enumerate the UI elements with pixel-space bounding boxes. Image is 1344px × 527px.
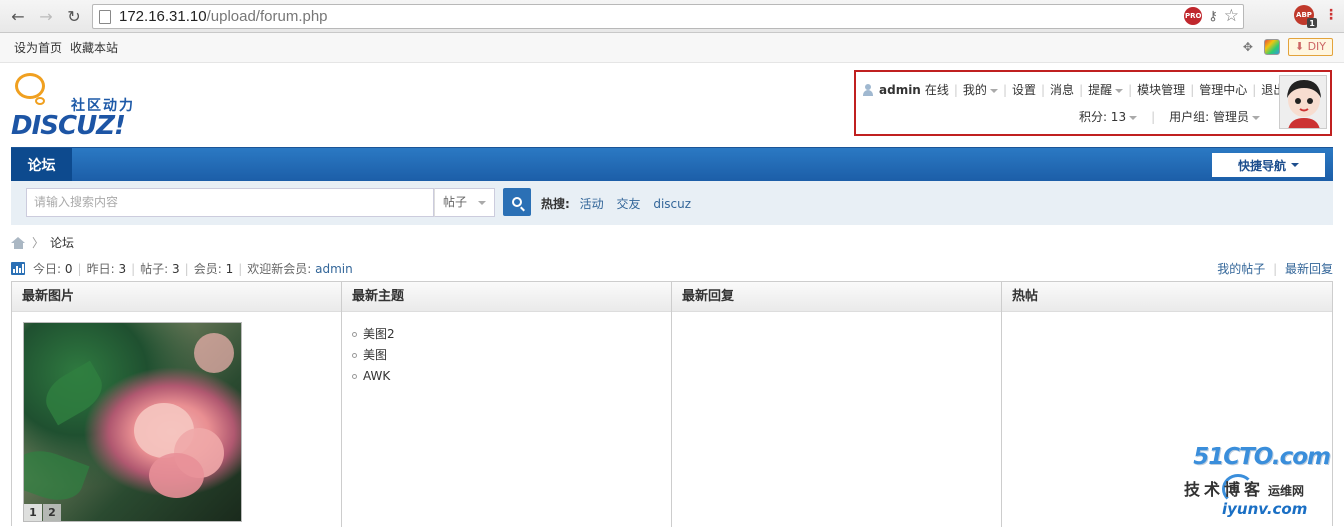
- avatar-image: [1280, 76, 1327, 129]
- today-count: 0: [65, 262, 73, 276]
- chevron-down-icon: [478, 201, 486, 205]
- reload-button[interactable]: ↻: [62, 4, 86, 28]
- avatar[interactable]: [1279, 75, 1327, 129]
- search-button[interactable]: [503, 188, 531, 216]
- image-pager: 1 2: [24, 504, 62, 521]
- list-item[interactable]: AWK: [352, 366, 395, 387]
- usergroup-menu[interactable]: 用户组: 管理员: [1169, 108, 1260, 125]
- bullet-icon: [352, 374, 357, 379]
- diy-button[interactable]: ⬇ DIY: [1288, 38, 1333, 56]
- set-homepage-link[interactable]: 设为首页: [14, 39, 62, 56]
- pager-page[interactable]: 1: [24, 504, 42, 521]
- discuz-logo[interactable]: 社区动力 DISCUZ!: [11, 73, 151, 143]
- home-icon[interactable]: [11, 237, 26, 249]
- column-header: 最新图片: [12, 282, 341, 312]
- latest-images-panel: 最新图片 1 2: [12, 282, 342, 527]
- stats-chart-icon: [11, 262, 25, 275]
- latest-image-slide[interactable]: 1 2: [23, 322, 242, 522]
- logo-brand: DISCUZ!: [11, 111, 125, 141]
- forward-button[interactable]: →: [34, 4, 58, 28]
- top-bar: 设为首页 收藏本站 ✥ ⬇ DIY: [0, 33, 1344, 63]
- hot-term[interactable]: 交友: [616, 197, 640, 211]
- pager-page[interactable]: 2: [43, 504, 61, 521]
- site-header: 社区动力 DISCUZ! admin 在线 | 我的 | 设置 | 消息 | 提…: [0, 63, 1344, 147]
- search-icon: [512, 197, 522, 207]
- pro-extension-icon[interactable]: PRO: [1184, 7, 1202, 25]
- breadcrumb-separator-icon: 〉: [32, 234, 44, 251]
- key-icon[interactable]: ⚷: [1208, 9, 1218, 24]
- address-bar[interactable]: 172.16.31.10/upload/forum.php PRO ⚷ ☆: [92, 4, 1244, 29]
- credits-menu[interactable]: 积分: 13: [1079, 108, 1137, 125]
- logo-bubble-icon: [15, 73, 45, 99]
- forum-stats: 今日: 0 | 昨日: 3 | 帖子: 3 | 会员: 1 | 欢迎新会员: a…: [11, 260, 353, 277]
- color-theme-icon[interactable]: [1264, 39, 1280, 55]
- settings-link[interactable]: 设置: [1012, 81, 1036, 98]
- chevron-down-icon: [1129, 116, 1137, 120]
- search-type-select[interactable]: 帖子: [434, 188, 495, 217]
- list-item[interactable]: 美图2: [352, 324, 395, 345]
- notifications-menu[interactable]: 提醒: [1088, 81, 1123, 98]
- newest-member-link[interactable]: admin: [315, 262, 353, 276]
- column-header: 最新主题: [342, 282, 671, 312]
- browser-menu-icon[interactable]: ⋮: [1324, 7, 1338, 23]
- latest-replies-panel: 最新回复: [672, 282, 1002, 527]
- column-header: 最新回复: [672, 282, 1001, 312]
- hot-term[interactable]: 活动: [580, 197, 604, 211]
- search-bar: 请输入搜索内容 帖子 热搜: 活动 交友 discuz: [11, 181, 1333, 225]
- posts-count: 3: [172, 262, 180, 276]
- user-icon: [862, 84, 874, 96]
- quick-nav-button[interactable]: 快捷导航: [1212, 153, 1325, 177]
- main-nav: 论坛 快捷导航: [11, 147, 1333, 181]
- messages-link[interactable]: 消息: [1050, 81, 1074, 98]
- page-icon: [99, 10, 111, 24]
- url-text: 172.16.31.10/upload/forum.php: [119, 8, 328, 25]
- user-menu: admin 在线 | 我的 | 设置 | 消息 | 提醒 | 模块管理 | 管理…: [854, 70, 1332, 136]
- list-item[interactable]: 美图: [352, 345, 395, 366]
- username-link[interactable]: admin: [879, 83, 921, 97]
- yesterday-count: 3: [118, 262, 126, 276]
- latest-replies-link[interactable]: 最新回复: [1285, 262, 1333, 276]
- chevron-down-icon: [990, 89, 998, 93]
- watermark: 51CTO.com 技术博客运维网 iyunv.com: [1184, 444, 1334, 522]
- breadcrumb: 〉 论坛: [11, 234, 74, 251]
- column-header: 热帖: [1002, 282, 1332, 312]
- breadcrumb-current[interactable]: 论坛: [50, 234, 74, 251]
- stats-links: 我的帖子 | 最新回复: [1217, 260, 1333, 277]
- members-count: 1: [226, 262, 234, 276]
- browser-toolbar: ← → ↻ 172.16.31.10/upload/forum.php PRO …: [0, 0, 1344, 33]
- my-menu[interactable]: 我的: [963, 81, 998, 98]
- portal-grid: 最新图片 1 2 最新主题 美图2 美图 AWK 最新回复 热帖: [11, 281, 1333, 526]
- search-input[interactable]: 请输入搜索内容: [26, 188, 434, 217]
- hot-term[interactable]: discuz: [653, 197, 691, 211]
- bullet-icon: [352, 353, 357, 358]
- chevron-down-icon: [1252, 116, 1260, 120]
- adblock-icon[interactable]: ABP1: [1294, 5, 1314, 25]
- chevron-down-icon: [1115, 89, 1123, 93]
- back-button[interactable]: ←: [6, 4, 30, 28]
- bullet-icon: [352, 332, 357, 337]
- online-status[interactable]: 在线: [925, 81, 949, 98]
- module-manage-link[interactable]: 模块管理: [1137, 81, 1185, 98]
- chevron-down-icon: [1291, 163, 1299, 167]
- hot-searches: 热搜: 活动 交友 discuz: [541, 195, 700, 212]
- bookmark-star-icon[interactable]: ☆: [1224, 7, 1239, 25]
- bookmark-site-link[interactable]: 收藏本站: [70, 39, 118, 56]
- admin-center-link[interactable]: 管理中心: [1199, 81, 1247, 98]
- fullscreen-icon[interactable]: ✥: [1240, 39, 1256, 55]
- latest-topics-panel: 最新主题 美图2 美图 AWK: [342, 282, 672, 527]
- my-posts-link[interactable]: 我的帖子: [1217, 262, 1265, 276]
- nav-tab-forum[interactable]: 论坛: [11, 148, 72, 181]
